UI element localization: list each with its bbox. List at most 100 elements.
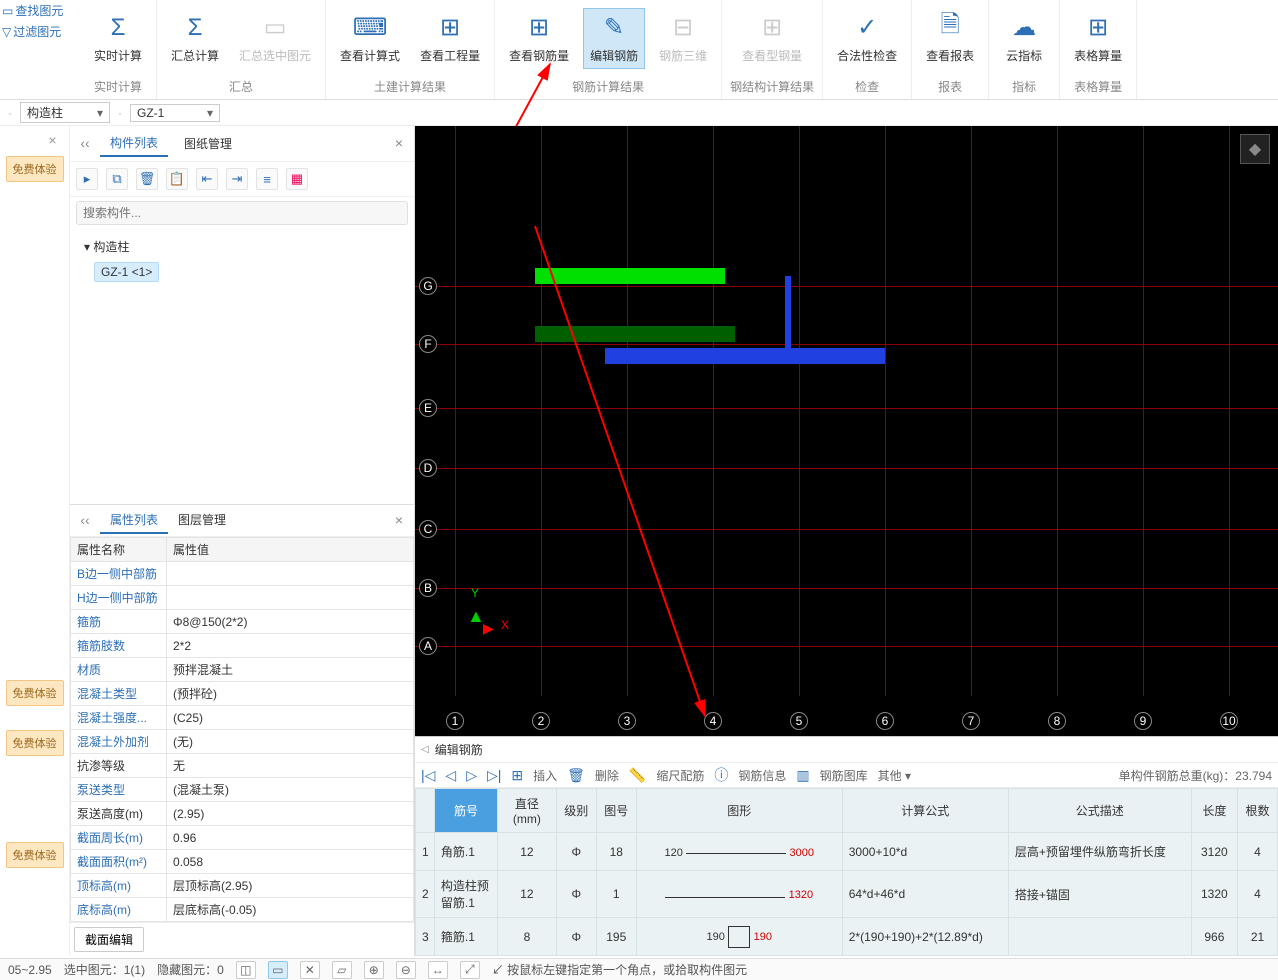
search-input[interactable] bbox=[76, 201, 408, 225]
close-icon[interactable]: × bbox=[390, 512, 408, 530]
ribbon-钢筋三维: ⊟钢筋三维 bbox=[653, 9, 713, 68]
ribbon-汇总计算[interactable]: Σ汇总计算 bbox=[165, 9, 225, 68]
insert-icon[interactable]: ⊞ bbox=[511, 767, 523, 784]
find-element[interactable]: ▭查找图元 bbox=[2, 2, 63, 19]
last-icon[interactable]: ▷| bbox=[487, 767, 501, 784]
new-icon[interactable]: ▸ bbox=[76, 168, 98, 190]
prop-name[interactable]: 混凝土类型 bbox=[71, 682, 167, 706]
prop-value[interactable]: 0.058 bbox=[167, 850, 414, 874]
ribbon-查看报表[interactable]: 🗎查看报表 bbox=[920, 9, 980, 68]
tree-item-gz1[interactable]: GZ-1 <1> bbox=[94, 262, 159, 282]
close-icon[interactable]: × bbox=[7, 132, 63, 152]
ribbon-云指标[interactable]: ☁云指标 bbox=[997, 9, 1051, 68]
prop-value[interactable]: 2*2 bbox=[167, 634, 414, 658]
sb-tool-2[interactable]: ▭ bbox=[268, 961, 288, 979]
prop-value[interactable]: (预拌砼) bbox=[167, 682, 414, 706]
prop-name[interactable]: H边一侧中部筋 bbox=[71, 586, 167, 610]
prop-value[interactable]: (混凝土泵) bbox=[167, 778, 414, 802]
prop-value[interactable]: 无 bbox=[167, 754, 414, 778]
sb-tool-8[interactable]: ⤢ bbox=[460, 961, 480, 979]
ribbon-icon: ⊞ bbox=[523, 13, 555, 43]
prop-name[interactable]: 截面面积(m²) bbox=[71, 850, 167, 874]
component-instance-select[interactable]: GZ-1 bbox=[130, 104, 220, 122]
filter-icon: ▽ bbox=[2, 25, 11, 39]
tab-layers[interactable]: 图层管理 bbox=[168, 507, 236, 534]
collapse-icon[interactable]: ‹‹ bbox=[76, 135, 94, 153]
rebar-name[interactable]: 构造柱预留筋.1 bbox=[434, 871, 497, 918]
ribbon-表格算量[interactable]: ⊞表格算量 bbox=[1068, 9, 1128, 68]
delete-icon[interactable]: 🗑 bbox=[136, 168, 158, 190]
ribbon-查看钢筋量[interactable]: ⊞查看钢筋量 bbox=[503, 9, 575, 68]
prop-value[interactable]: 预拌混凝土 bbox=[167, 658, 414, 682]
paste-icon[interactable]: 📋 bbox=[166, 168, 188, 190]
prop-name[interactable]: 顶标高(m) bbox=[71, 874, 167, 898]
ribbon-查看工程量[interactable]: ⊞查看工程量 bbox=[414, 9, 486, 68]
prop-name[interactable]: 抗渗等级 bbox=[71, 754, 167, 778]
find-icon: ▭ bbox=[2, 4, 13, 18]
prop-value[interactable]: (无) bbox=[167, 730, 414, 754]
scale-icon[interactable]: 📏 bbox=[629, 767, 646, 784]
promo-badge[interactable]: 免费体验 bbox=[6, 156, 64, 182]
close-icon[interactable]: × bbox=[390, 135, 408, 153]
library-icon[interactable]: ▥ bbox=[796, 767, 809, 784]
rebar-name[interactable]: 角筋.1 bbox=[434, 833, 497, 871]
prop-value[interactable]: (2.95) bbox=[167, 802, 414, 826]
sb-tool-4[interactable]: ▱ bbox=[332, 961, 352, 979]
prop-name[interactable]: 截面周长(m) bbox=[71, 826, 167, 850]
sb-tool-6[interactable]: ⊖ bbox=[396, 961, 416, 979]
prop-name[interactable]: 泵送类型 bbox=[71, 778, 167, 802]
sb-tool-1[interactable]: ◫ bbox=[236, 961, 256, 979]
prop-value[interactable]: 层底标高(-0.05) bbox=[167, 898, 414, 922]
prop-name[interactable]: 混凝土强度... bbox=[71, 706, 167, 730]
copy-icon[interactable]: ⧉ bbox=[106, 168, 128, 190]
prop-value[interactable] bbox=[167, 562, 414, 586]
tab-properties[interactable]: 属性列表 bbox=[100, 507, 168, 534]
list-icon[interactable]: ≡ bbox=[256, 168, 278, 190]
sb-tool-7[interactable]: ↔ bbox=[428, 961, 448, 979]
status-selected: 选中图元：1(1) bbox=[64, 961, 145, 978]
delete-icon[interactable]: 🗑 bbox=[567, 767, 585, 784]
next-icon[interactable]: ▷ bbox=[466, 767, 477, 784]
total-weight-label: 单构件钢筋总重(kg)：23.794 bbox=[1119, 767, 1272, 784]
filter-element[interactable]: ▽过滤图元 bbox=[2, 23, 63, 40]
other-dropdown[interactable]: 其他 ▾ bbox=[878, 767, 911, 784]
section-edit-button[interactable]: 截面编辑 bbox=[74, 927, 144, 952]
promo-badge[interactable]: 免费体验 bbox=[6, 680, 64, 706]
rebar-name[interactable]: 箍筋.1 bbox=[434, 918, 497, 956]
prop-name[interactable]: B边一侧中部筋 bbox=[71, 562, 167, 586]
ribbon-合法性检查[interactable]: ✓合法性检查 bbox=[831, 9, 903, 68]
prop-value[interactable]: 层顶标高(2.95) bbox=[167, 874, 414, 898]
prop-name[interactable]: 混凝土外加剂 bbox=[71, 730, 167, 754]
prop-name[interactable]: 箍筋肢数 bbox=[71, 634, 167, 658]
ribbon-实时计算[interactable]: Σ实时计算 bbox=[88, 9, 148, 68]
caret-left-icon: · bbox=[8, 106, 12, 120]
view-cube[interactable]: ◆ bbox=[1240, 134, 1270, 164]
prop-value[interactable]: Φ8@150(2*2) bbox=[167, 610, 414, 634]
tab-drawing-mgmt[interactable]: 图纸管理 bbox=[174, 131, 242, 156]
component-type-select[interactable]: 构造柱 bbox=[20, 102, 110, 123]
prop-name[interactable]: 材质 bbox=[71, 658, 167, 682]
promo-badge[interactable]: 免费体验 bbox=[6, 842, 64, 868]
tree-root[interactable]: ▾ 构造柱 bbox=[78, 235, 406, 258]
tab-component-list[interactable]: 构件列表 bbox=[100, 130, 168, 157]
info-icon[interactable]: ⓘ bbox=[714, 765, 728, 785]
ribbon-汇总选中图元: ▭汇总选中图元 bbox=[233, 9, 317, 68]
sb-tool-3[interactable]: ✕ bbox=[300, 961, 320, 979]
ribbon-查看计算式[interactable]: ⌨查看计算式 bbox=[334, 9, 406, 68]
prop-name[interactable]: 箍筋 bbox=[71, 610, 167, 634]
first-icon[interactable]: |◁ bbox=[421, 767, 435, 784]
prop-value[interactable]: (C25) bbox=[167, 706, 414, 730]
status-range: 05~2.95 bbox=[8, 963, 52, 977]
grid-icon[interactable]: ▦ bbox=[286, 168, 308, 190]
prop-name[interactable]: 泵送高度(m) bbox=[71, 802, 167, 826]
prop-value[interactable]: 0.96 bbox=[167, 826, 414, 850]
collapse-icon[interactable]: ‹‹ bbox=[76, 512, 94, 530]
prev-icon[interactable]: ◁ bbox=[445, 767, 456, 784]
ribbon-编辑钢筋[interactable]: ✎编辑钢筋 bbox=[583, 8, 645, 69]
prop-name[interactable]: 底标高(m) bbox=[71, 898, 167, 922]
export-icon[interactable]: ⇥ bbox=[226, 168, 248, 190]
promo-badge[interactable]: 免费体验 bbox=[6, 730, 64, 756]
sb-tool-5[interactable]: ⊕ bbox=[364, 961, 384, 979]
import-icon[interactable]: ⇤ bbox=[196, 168, 218, 190]
prop-value[interactable] bbox=[167, 586, 414, 610]
